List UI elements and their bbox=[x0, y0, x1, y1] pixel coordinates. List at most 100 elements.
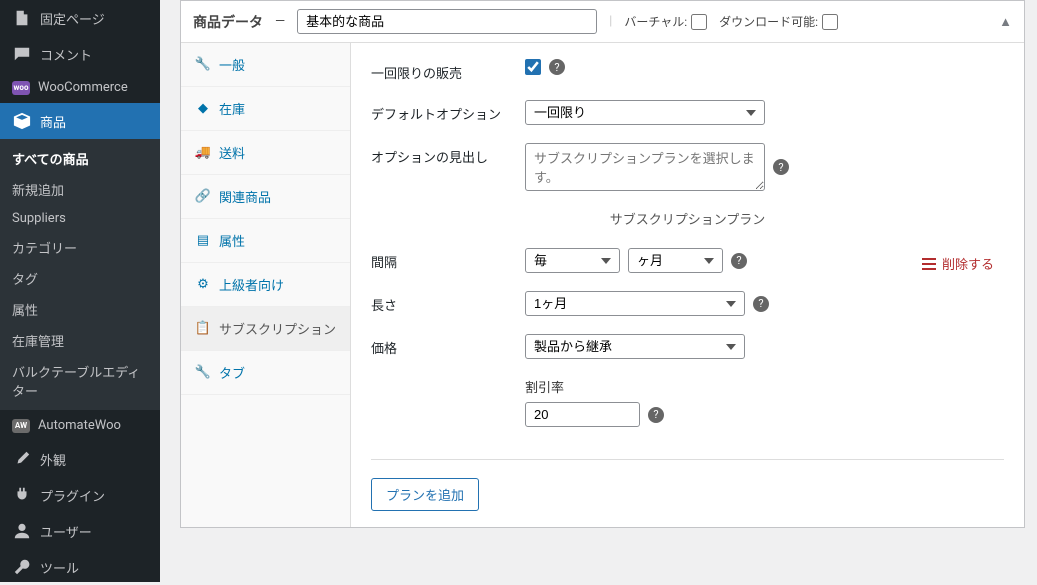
subscription-plan-block: 削除する 間隔 毎 ヶ月 ? 長さ bbox=[371, 248, 1004, 441]
user-icon bbox=[12, 521, 32, 541]
tab-content: 一回限りの販売 ? デフォルトオプション 一回限り bbox=[351, 43, 1024, 527]
discount-input[interactable] bbox=[525, 402, 640, 427]
menu-icon bbox=[922, 258, 936, 270]
wrench-icon bbox=[12, 557, 32, 577]
downloadable-checkbox-group[interactable]: ダウンロード可能: bbox=[719, 13, 838, 30]
help-icon[interactable]: ? bbox=[648, 407, 664, 423]
sidebar-sub-inventory[interactable]: 在庫管理 bbox=[0, 325, 160, 356]
interval-label: 間隔 bbox=[371, 248, 501, 271]
inventory-icon: ◆ bbox=[195, 101, 211, 117]
truck-icon: 🚚 bbox=[195, 145, 211, 161]
page-icon bbox=[12, 8, 32, 28]
sidebar-item-plugins[interactable]: プラグイン bbox=[0, 477, 160, 513]
admin-sidebar: 固定ページ コメント woo WooCommerce 商品 すべての商品 新規追… bbox=[0, 0, 160, 582]
sidebar-label: 外観 bbox=[40, 450, 66, 469]
virtual-checkbox-group[interactable]: バーチャル: bbox=[624, 13, 707, 30]
box-icon bbox=[12, 111, 32, 131]
product-type-select[interactable]: 基本的な商品 bbox=[297, 9, 597, 34]
help-icon[interactable]: ? bbox=[753, 296, 769, 312]
default-option-select[interactable]: 一回限り bbox=[525, 100, 765, 125]
sidebar-sub-suppliers[interactable]: Suppliers bbox=[0, 205, 160, 232]
length-label: 長さ bbox=[371, 291, 501, 314]
plan-section-title: サブスクリプションプラン bbox=[371, 209, 1004, 228]
sidebar-item-pages[interactable]: 固定ページ bbox=[0, 0, 160, 36]
sidebar-submenu: すべての商品 新規追加 Suppliers カテゴリー タグ 属性 在庫管理 バ… bbox=[0, 139, 160, 410]
sidebar-label: プラグイン bbox=[40, 486, 105, 505]
length-select[interactable]: 1ヶ月 bbox=[525, 291, 745, 316]
interval-every-select[interactable]: 毎 bbox=[525, 248, 620, 273]
aw-icon: AW bbox=[12, 419, 30, 433]
panel-title: 商品データ bbox=[193, 12, 263, 32]
gear-icon: ⚙ bbox=[195, 277, 211, 293]
sidebar-item-products[interactable]: 商品 bbox=[0, 103, 160, 139]
sidebar-item-tools[interactable]: ツール bbox=[0, 549, 160, 585]
tab-subscription[interactable]: 📋サブスクリプション bbox=[181, 307, 350, 351]
sidebar-sub-add-new[interactable]: 新規追加 bbox=[0, 174, 160, 205]
tab-linked[interactable]: 🔗関連商品 bbox=[181, 175, 350, 219]
clipboard-icon: 📋 bbox=[195, 321, 211, 337]
tab-advanced[interactable]: ⚙上級者向け bbox=[181, 263, 350, 307]
option-heading-label: オプションの見出し bbox=[371, 143, 501, 166]
one-time-label: 一回限りの販売 bbox=[371, 59, 501, 82]
length-row: 長さ 1ヶ月 ? bbox=[371, 291, 884, 316]
option-heading-row: オプションの見出し ? bbox=[371, 143, 1004, 191]
help-icon[interactable]: ? bbox=[731, 253, 747, 269]
sidebar-item-appearance[interactable]: 外観 bbox=[0, 441, 160, 477]
sidebar-label: コメント bbox=[40, 45, 92, 64]
interval-unit-select[interactable]: ヶ月 bbox=[628, 248, 723, 273]
sidebar-sub-attributes[interactable]: 属性 bbox=[0, 294, 160, 325]
downloadable-checkbox[interactable] bbox=[822, 14, 838, 30]
plug-icon bbox=[12, 485, 32, 505]
sidebar-item-comments[interactable]: コメント bbox=[0, 36, 160, 72]
list-icon: ▤ bbox=[195, 233, 211, 249]
sidebar-label: ツール bbox=[40, 558, 79, 577]
default-option-label: デフォルトオプション bbox=[371, 100, 501, 123]
wrench-icon: 🔧 bbox=[195, 57, 211, 73]
discount-label: 割引率 bbox=[525, 377, 664, 396]
help-icon[interactable]: ? bbox=[773, 159, 789, 175]
comment-icon bbox=[12, 44, 32, 64]
price-select[interactable]: 製品から継承 bbox=[525, 334, 745, 359]
interval-row: 間隔 毎 ヶ月 ? bbox=[371, 248, 884, 273]
woo-icon: woo bbox=[12, 81, 30, 95]
tab-general[interactable]: 🔧一般 bbox=[181, 43, 350, 87]
price-row: 価格 製品から継承 bbox=[371, 334, 884, 359]
virtual-checkbox[interactable] bbox=[691, 14, 707, 30]
sidebar-label: WooCommerce bbox=[38, 80, 128, 95]
collapse-toggle[interactable]: ▲ bbox=[999, 14, 1012, 30]
sidebar-label: AutomateWoo bbox=[38, 418, 121, 433]
link-icon: 🔗 bbox=[195, 189, 211, 205]
default-option-row: デフォルトオプション 一回限り bbox=[371, 100, 1004, 125]
panel-body: 🔧一般 ◆在庫 🚚送料 🔗関連商品 ▤属性 ⚙上級者向け 📋サブスクリプション … bbox=[181, 43, 1024, 527]
divider bbox=[371, 459, 1004, 460]
one-time-sale-row: 一回限りの販売 ? bbox=[371, 59, 1004, 82]
add-plan-button[interactable]: プランを追加 bbox=[371, 478, 479, 511]
sidebar-item-woocommerce[interactable]: woo WooCommerce bbox=[0, 72, 160, 103]
one-time-checkbox[interactable] bbox=[525, 59, 541, 75]
sidebar-item-automatewoo[interactable]: AW AutomateWoo bbox=[0, 410, 160, 441]
remove-label: 削除する bbox=[942, 254, 994, 273]
discount-row: 割引率 ? bbox=[371, 377, 884, 441]
main-content: 商品データ — 基本的な商品 | バーチャル: ダウンロード可能: ▲ � bbox=[160, 0, 1037, 582]
help-icon[interactable]: ? bbox=[549, 59, 565, 75]
tab-tabs[interactable]: 🔧タブ bbox=[181, 351, 350, 395]
option-heading-textarea[interactable] bbox=[525, 143, 765, 191]
panel-header: 商品データ — 基本的な商品 | バーチャル: ダウンロード可能: ▲ bbox=[181, 1, 1024, 43]
wrench-icon: 🔧 bbox=[195, 365, 211, 381]
remove-plan-button[interactable]: 削除する bbox=[922, 254, 994, 273]
downloadable-label: ダウンロード可能: bbox=[719, 13, 818, 30]
product-tabs: 🔧一般 ◆在庫 🚚送料 🔗関連商品 ▤属性 ⚙上級者向け 📋サブスクリプション … bbox=[181, 43, 351, 527]
sidebar-label: ユーザー bbox=[40, 522, 92, 541]
virtual-label: バーチャル: bbox=[624, 13, 687, 30]
brush-icon bbox=[12, 449, 32, 469]
sidebar-label: 固定ページ bbox=[40, 9, 105, 28]
sidebar-sub-bulk-editor[interactable]: バルクテーブルエディター bbox=[0, 356, 160, 406]
sidebar-sub-all-products[interactable]: すべての商品 bbox=[0, 143, 160, 174]
price-label: 価格 bbox=[371, 334, 501, 357]
sidebar-sub-categories[interactable]: カテゴリー bbox=[0, 232, 160, 263]
sidebar-sub-tags[interactable]: タグ bbox=[0, 263, 160, 294]
tab-inventory[interactable]: ◆在庫 bbox=[181, 87, 350, 131]
tab-shipping[interactable]: 🚚送料 bbox=[181, 131, 350, 175]
sidebar-item-users[interactable]: ユーザー bbox=[0, 513, 160, 549]
tab-attributes[interactable]: ▤属性 bbox=[181, 219, 350, 263]
